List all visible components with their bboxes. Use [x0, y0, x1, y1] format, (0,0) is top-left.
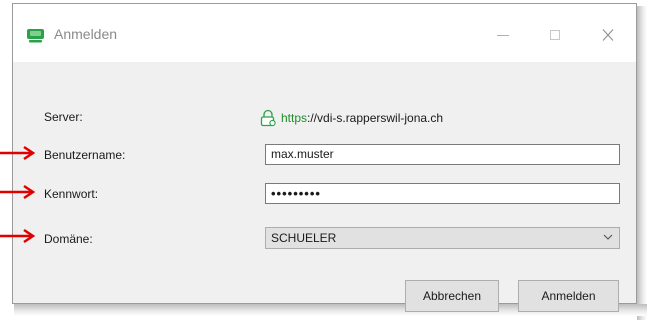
login-dialog: Anmelden Server: https://vdi-s.rapperswi… — [12, 3, 637, 312]
username-field[interactable]: max.muster — [265, 144, 620, 165]
url-scheme: https — [281, 111, 308, 125]
annotation-arrow-domain — [0, 228, 36, 244]
annotation-arrow-username — [0, 145, 36, 161]
annotation-arrow-password — [0, 184, 36, 200]
close-button[interactable] — [593, 22, 623, 48]
password-label: Kennwort: — [44, 187, 99, 201]
username-label: Benutzername: — [44, 148, 126, 162]
domain-selected: SCHUELER — [271, 231, 337, 245]
chevron-down-icon — [603, 234, 613, 240]
cancel-button[interactable]: Abbrechen — [405, 280, 499, 312]
username-value: max.muster — [271, 147, 334, 161]
lock-icon — [260, 109, 276, 127]
window-title: Anmelden — [54, 26, 118, 42]
window-shadow-right — [637, 6, 647, 320]
minimize-icon — [497, 35, 509, 36]
maximize-button[interactable] — [540, 22, 570, 48]
app-icon — [27, 29, 44, 43]
password-value: ••••••••• — [271, 186, 321, 201]
close-icon — [602, 29, 614, 41]
url-host: ://vdi-s.rapperswil-jona.ch — [307, 111, 444, 125]
minimize-button[interactable] — [488, 22, 518, 48]
login-button[interactable]: Anmelden — [518, 280, 619, 312]
title-bar[interactable]: Anmelden — [13, 4, 636, 62]
domain-select[interactable]: SCHUELER — [265, 227, 620, 249]
server-label: Server: — [44, 110, 83, 124]
password-field[interactable]: ••••••••• — [265, 183, 620, 204]
domain-label: Domäne: — [44, 232, 93, 246]
server-url: https://vdi-s.rapperswil-jona.ch — [259, 109, 443, 127]
maximize-icon — [550, 30, 560, 40]
